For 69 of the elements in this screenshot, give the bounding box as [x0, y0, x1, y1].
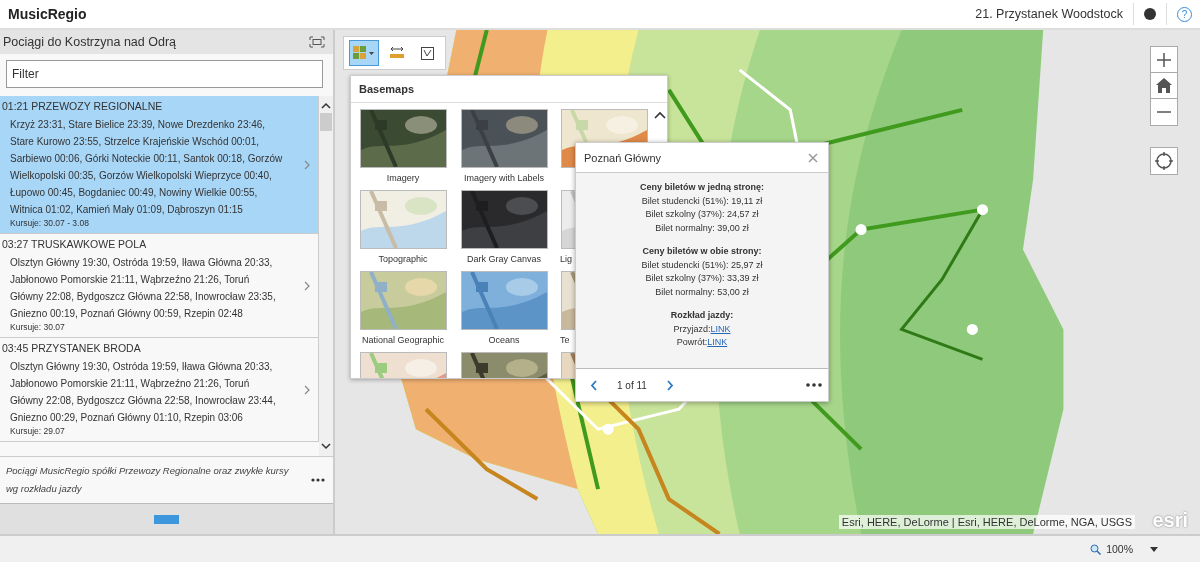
map-attribution: Esri, HERE, DeLorme | Esri, HERE, DeLorme, NGA, USGS	[838, 515, 1135, 529]
basemap-label: Imagery	[386, 173, 420, 183]
price-line: Bilet studencki (51%): 25,97 zł	[640, 258, 764, 272]
item-title: 01:21 PRZEWOZY REGIONALNE	[2, 100, 164, 112]
basemap-label: Dark Gray Canvas	[467, 254, 541, 264]
scroll-up-icon[interactable]	[321, 102, 331, 109]
link-label: Przyjazd:	[673, 323, 711, 334]
item-stops: Olsztyn Główny 19:30, Ostróda 19:59, Iława Główna 20:33, Jabłonowo Pomorskie 21:11, Wąbrzeźno 21:26, Toruń Główny 22:08, Bydgoszcz Główna 22:58, Inowrocław 23:35, Gniezno 00:19, Poznań Główny 00:59, Rzepin 02:48	[9, 256, 277, 321]
zoom-icon	[1090, 543, 1102, 555]
app-title: MusicRegio	[8, 6, 87, 22]
basemap-label: National Geographic	[361, 335, 445, 345]
list-item[interactable]	[0, 234, 319, 338]
scroll-down-icon[interactable]	[321, 443, 331, 450]
link[interactable]: LINK	[707, 337, 728, 347]
more-icon[interactable]	[311, 478, 325, 482]
price-line: Bilet normalny: 53,00 zł	[654, 285, 750, 299]
basemap-label: Imagery with Labels	[463, 173, 544, 183]
item-title: 03:27 TRUSKAWKOWE POLA	[2, 238, 148, 250]
list-item[interactable]	[0, 338, 319, 442]
close-icon[interactable]	[808, 153, 818, 163]
zoom-level[interactable]: 100%	[1106, 543, 1133, 555]
help-button[interactable]: ?	[1177, 6, 1192, 22]
locate-button[interactable]	[1150, 147, 1178, 175]
link[interactable]: LINK	[710, 323, 731, 334]
price-line: Bilet szkolny (37%): 33,39 zł	[644, 272, 760, 285]
chevron-right-icon	[304, 384, 310, 395]
item-stops: Olsztyn Główny 19:30, Ostróda 19:59, Iława Główna 20:33, Jabłonowo Pomorskie 21:11, Wąbrzeźno 21:26, Toruń Główny 22:08, Bydgoszcz Główna 22:58, Inowrocław 23:44, Gniezno 00:29, Poznań Główny 01:10, Rzepin 03:06	[9, 360, 277, 425]
price-line: Bilet szkolny (37%): 24,57 zł	[644, 208, 760, 221]
item-dates: Kursuje: 30.07	[9, 322, 66, 333]
previous-icon[interactable]	[590, 379, 597, 391]
item-title: 03:45 PRZYSTANEK BRODA	[2, 342, 142, 354]
basemap-label: Lig	[559, 254, 572, 264]
item-dates: Kursuje: 29.07	[9, 426, 66, 437]
panel-title: Pociągi do Kostrzyna nad Odrą	[3, 35, 177, 49]
basemap-label: Topographic	[378, 254, 428, 264]
panel-footnote: Pociągi MusicRegio spółki Przewozy Regionalne oraz zwykłe kursy wg rozkładu jazdy	[6, 464, 290, 496]
ruler-icon	[389, 46, 405, 60]
scrollbar[interactable]	[319, 96, 333, 456]
basemap-panel-title: Basemaps	[351, 76, 667, 103]
item-stops: Krzyż 23:31, Stare Bielice 23:39, Nowe Drezdenko 23:46, Stare Kurowo 23:55, Strzelce Krajeńskie Wschód 00:01, Sarbiewo 00:06, Górki Noteckie 00:11, Santok 00:18, Gorzów Wielkopolski 00:35, Gorzów Wielkopolski Wieprzyce 00:40, Łupowo 00:45, Bogdaniec 00:49, Nowiny Wielkie 00:55, Witnica 01:02, Kamień Mały 01:09, Dąbroszyn 01:15	[9, 118, 284, 217]
scroll-up-icon[interactable]	[654, 111, 666, 119]
more-icon[interactable]	[806, 383, 822, 387]
price-line: Bilet studencki (51%): 19,11 zł	[640, 194, 764, 208]
minus-icon	[1157, 111, 1171, 113]
price-line: Bilet normalny: 39,00 zł	[654, 221, 750, 235]
crosshair-icon	[1155, 152, 1173, 170]
legend-icon	[420, 46, 434, 60]
record-icon[interactable]	[1144, 8, 1156, 20]
grid-icon	[353, 46, 375, 60]
next-icon[interactable]	[666, 379, 674, 391]
home-icon	[1156, 78, 1172, 93]
chevron-right-icon	[304, 159, 310, 170]
section-heading: Rozkład jazdy:	[669, 309, 735, 322]
filter-field[interactable]: Filter	[6, 60, 323, 88]
plus-icon	[1157, 52, 1171, 67]
caret-icon[interactable]	[1150, 546, 1158, 552]
item-dates: Kursuje: 30.07 - 3.08	[9, 218, 90, 229]
basemap-label: Oceans	[488, 335, 520, 345]
section-heading: Ceny biletów w obie strony:	[641, 245, 763, 258]
link-label: Powrót:	[676, 337, 708, 347]
basemap-label: Te	[559, 335, 570, 345]
list-item[interactable]	[0, 96, 319, 234]
scroll-thumb[interactable]	[320, 113, 332, 131]
pager-text: 1 of 11	[617, 379, 647, 391]
section-heading: Ceny biletów w jedną stronę:	[639, 181, 765, 194]
event-title: 21. Przystanek Woodstock	[975, 7, 1123, 21]
popup-title: Poznań Główny	[584, 152, 662, 164]
chevron-right-icon	[304, 280, 310, 291]
expand-icon[interactable]	[309, 36, 325, 48]
